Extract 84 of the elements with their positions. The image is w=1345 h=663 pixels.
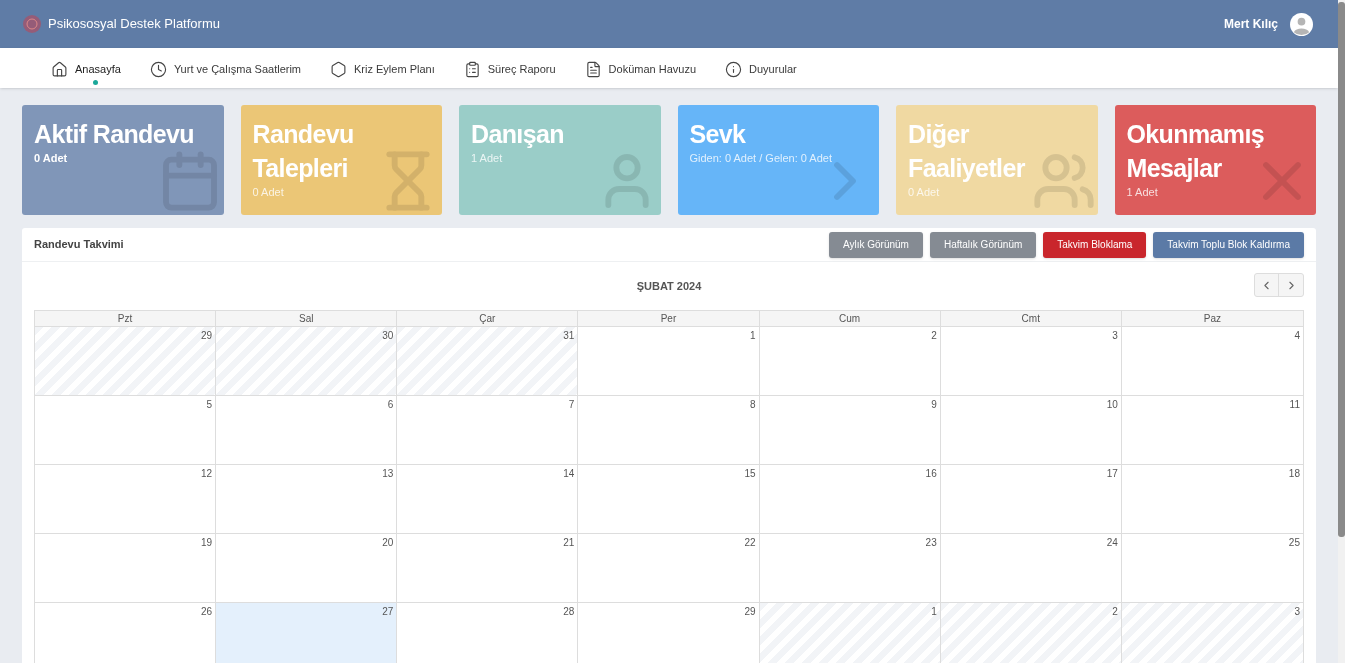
day-number: 17: [1106, 468, 1118, 480]
day-cell[interactable]: 27: [216, 603, 398, 663]
summary-card[interactable]: Okunmamış Mesajlar 1 Adet: [1114, 105, 1316, 215]
scrollbar[interactable]: [1338, 0, 1345, 663]
clock-icon: [149, 61, 167, 78]
day-number: 1: [931, 606, 937, 618]
day-cell[interactable]: 31: [397, 327, 579, 395]
month-title: ŞUBAT 2024: [636, 278, 702, 294]
avatar-icon[interactable]: [1290, 12, 1313, 36]
day-number: 27: [382, 606, 394, 618]
day-number: 30: [382, 330, 394, 342]
day-number: 19: [201, 537, 213, 549]
nav-link[interactable]: Süreç Raporu: [463, 52, 556, 84]
panel-title: Randevu Takvimi: [34, 237, 124, 253]
card-count: 1 Adet: [1126, 185, 1159, 199]
weekday-header: Cum: [759, 311, 941, 326]
day-number: 2: [1112, 606, 1118, 618]
scrollbar-thumb[interactable]: [1338, 2, 1345, 537]
day-number: 13: [382, 468, 394, 480]
card-count: 0 Adet: [34, 151, 69, 165]
day-number: 10: [1106, 399, 1118, 411]
day-number: 16: [925, 468, 937, 480]
day-number: 5: [206, 399, 213, 411]
nav-link[interactable]: Duyurular: [725, 52, 797, 84]
day-number: 24: [1106, 537, 1118, 549]
day-cell[interactable]: 1: [759, 603, 941, 663]
card-count: 1 Adet: [471, 151, 504, 165]
day-number: 11: [1289, 399, 1300, 411]
day-cell[interactable]: 29: [35, 327, 217, 395]
day-number: 4: [1294, 330, 1300, 342]
day-number: 25: [1288, 537, 1300, 549]
nav-link[interactable]: Yurt ve Çalışma Saatlerim: [149, 52, 302, 84]
app-title: Psikososyal Destek Platformu: [48, 15, 220, 34]
day-number: 29: [744, 606, 756, 618]
card-title: Danışan: [471, 119, 565, 150]
day-number: 3: [1294, 606, 1300, 618]
view-button[interactable]: Takvim Toplu Blok Kaldırma: [1153, 231, 1304, 258]
clipboard-icon: [463, 61, 481, 78]
card-title: Randevu Talepleri: [252, 119, 355, 184]
user-name[interactable]: Mert Kılıç: [1224, 15, 1278, 33]
day-number: 1: [750, 330, 756, 342]
info-icon: [725, 61, 743, 78]
weekday-header: Paz: [1202, 312, 1223, 326]
day-number: 23: [925, 537, 937, 549]
card-title: Aktif Randevu: [34, 119, 195, 150]
document-icon: [584, 61, 602, 78]
nav-link[interactable]: Anasayfa: [51, 52, 121, 84]
weekday-header: Pzt: [35, 311, 217, 326]
hexagon-icon: [330, 61, 348, 78]
logo-icon: [22, 14, 42, 34]
day-number: 26: [201, 606, 213, 618]
day-number: 3: [1112, 330, 1118, 342]
day-number: 29: [201, 330, 213, 342]
day-cell[interactable]: 2: [940, 603, 1122, 663]
day-number: 14: [563, 468, 575, 480]
home-icon: [51, 61, 68, 78]
day-number: 15: [744, 468, 756, 480]
day-number: 18: [1288, 468, 1300, 480]
card-count: Giden: 0 Adet / Gelen: 0 Adet: [689, 151, 833, 165]
card-count: 0 Adet: [908, 185, 941, 199]
weekday-header: Cmt: [940, 311, 1122, 326]
nav-link[interactable]: Kriz Eylem Planı: [330, 52, 435, 84]
day-number: 8: [750, 399, 756, 411]
day-number: 9: [931, 399, 937, 411]
weekday-header: Çar: [397, 311, 579, 326]
card-count: 0 Adet: [252, 185, 285, 199]
card-title: Sevk: [689, 119, 747, 150]
day-number: 6: [387, 399, 394, 411]
day-number: 21: [563, 537, 575, 549]
nav-link[interactable]: Doküman Havuzu: [584, 52, 697, 84]
weekday-header: Per: [578, 311, 760, 326]
day-number: 31: [563, 330, 575, 342]
day-cell[interactable]: 30: [216, 327, 398, 395]
day-number: 2: [931, 330, 937, 342]
day-number: 20: [382, 537, 394, 549]
day-cell[interactable]: 3: [1121, 603, 1303, 663]
day-number: 22: [744, 537, 756, 549]
day-number: 28: [563, 606, 575, 618]
card-title: Diğer Faaliyetler: [908, 119, 1026, 184]
day-number: 7: [568, 399, 575, 411]
weekday-header: Sal: [216, 311, 398, 326]
card-title: Okunmamış Mesajlar: [1126, 119, 1265, 184]
day-number: 12: [201, 468, 213, 480]
view-button[interactable]: Takvim Bloklama: [1043, 231, 1147, 258]
